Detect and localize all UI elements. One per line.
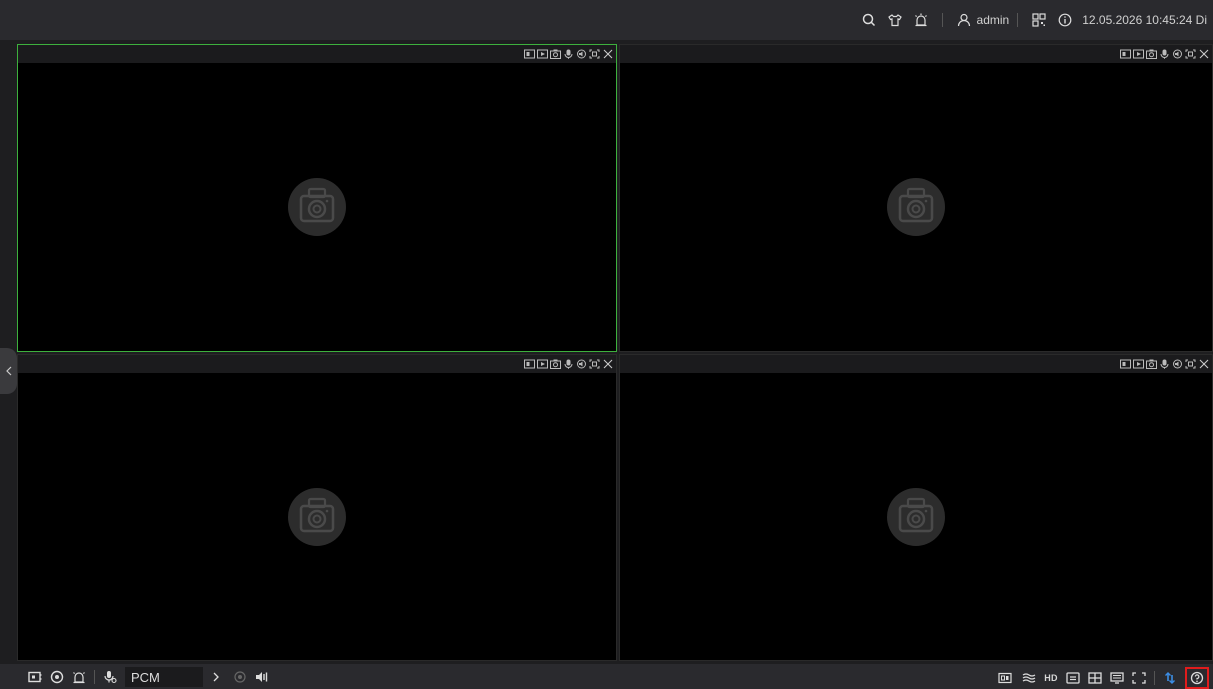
- volume-icon[interactable]: [253, 668, 271, 686]
- hd-button[interactable]: HD: [1042, 669, 1060, 687]
- bottom-toolbar: PCM HD: [0, 664, 1213, 689]
- alarm-icon[interactable]: [70, 668, 88, 686]
- help-button[interactable]: [1185, 667, 1209, 689]
- audio-icon[interactable]: [1172, 49, 1183, 60]
- qrcode-icon[interactable]: [1030, 11, 1048, 29]
- playback-icon[interactable]: [1133, 49, 1144, 60]
- shirt-icon[interactable]: [886, 11, 904, 29]
- audio-icon[interactable]: [576, 359, 587, 370]
- close-icon[interactable]: [602, 49, 613, 60]
- hd-label: HD: [1044, 673, 1058, 683]
- divider: [1154, 671, 1155, 685]
- tile-toolbar: [620, 355, 1212, 373]
- snapshot-icon[interactable]: [1146, 359, 1157, 370]
- fullscreen-icon[interactable]: [1130, 669, 1148, 687]
- fullscreen-icon[interactable]: [589, 359, 600, 370]
- mic-icon[interactable]: [1159, 359, 1170, 370]
- screen-icon[interactable]: [26, 668, 44, 686]
- audio-icon[interactable]: [576, 49, 587, 60]
- fullscreen-icon[interactable]: [589, 49, 600, 60]
- quad-layout-icon[interactable]: [1086, 669, 1104, 687]
- transfer-icon[interactable]: [1161, 669, 1179, 687]
- tile-toolbar: [18, 355, 616, 373]
- audio-format-select[interactable]: PCM: [125, 667, 203, 687]
- search-icon[interactable]: [860, 11, 878, 29]
- wave-icon[interactable]: [1020, 669, 1038, 687]
- playback-icon[interactable]: [537, 359, 548, 370]
- close-icon[interactable]: [1198, 359, 1209, 370]
- close-icon[interactable]: [602, 359, 613, 370]
- mic-icon[interactable]: [1159, 49, 1170, 60]
- stream-icon[interactable]: [524, 49, 535, 60]
- talk-icon[interactable]: [101, 668, 119, 686]
- snapshot-icon[interactable]: [550, 49, 561, 60]
- video-tile-2[interactable]: [619, 44, 1213, 352]
- playback-icon[interactable]: [1133, 359, 1144, 370]
- divider: [94, 670, 95, 684]
- alarm-icon[interactable]: [912, 11, 930, 29]
- mic-icon[interactable]: [563, 359, 574, 370]
- snapshot-icon[interactable]: [1146, 49, 1157, 60]
- stream-icon[interactable]: [1120, 359, 1131, 370]
- no-video-camera-icon: [288, 178, 346, 236]
- close-icon[interactable]: [1198, 49, 1209, 60]
- datetime-display: 12.05.2026 10:45:24 Di: [1082, 13, 1207, 27]
- mic-icon[interactable]: [563, 49, 574, 60]
- sidebar-collapse-button[interactable]: [0, 348, 17, 394]
- arrow-right-icon[interactable]: [207, 668, 225, 686]
- divider: [941, 13, 943, 27]
- record-dot-icon[interactable]: [231, 668, 249, 686]
- tile-toolbar: [18, 45, 616, 63]
- user-icon[interactable]: [955, 11, 973, 29]
- chevron-left-icon: [5, 366, 11, 376]
- stream-icon[interactable]: [524, 359, 535, 370]
- fullscreen-icon[interactable]: [1185, 49, 1196, 60]
- video-tile-4[interactable]: [619, 354, 1213, 661]
- multi-layout-icon[interactable]: [1108, 669, 1126, 687]
- no-video-camera-icon: [887, 178, 945, 236]
- audio-icon[interactable]: [1172, 359, 1183, 370]
- info-icon[interactable]: [1056, 11, 1074, 29]
- video-tile-1[interactable]: [17, 44, 617, 352]
- video-tile-3[interactable]: [17, 354, 617, 661]
- ratio-icon[interactable]: [996, 669, 1014, 687]
- record-icon[interactable]: [48, 668, 66, 686]
- divider: [1017, 13, 1019, 27]
- user-name[interactable]: admin: [977, 13, 1010, 27]
- fullscreen-icon[interactable]: [1185, 359, 1196, 370]
- help-icon: [1190, 671, 1204, 685]
- no-video-camera-icon: [887, 487, 945, 546]
- tile-toolbar: [620, 45, 1212, 63]
- playback-icon[interactable]: [537, 49, 548, 60]
- video-grid: [17, 44, 1213, 661]
- audio-format-value: PCM: [131, 669, 160, 685]
- single-layout-icon[interactable]: [1064, 669, 1082, 687]
- snapshot-icon[interactable]: [550, 359, 561, 370]
- stream-icon[interactable]: [1120, 49, 1131, 60]
- no-video-camera-icon: [288, 487, 346, 546]
- top-bar: admin 12.05.2026 10:45:24 Di: [0, 0, 1213, 40]
